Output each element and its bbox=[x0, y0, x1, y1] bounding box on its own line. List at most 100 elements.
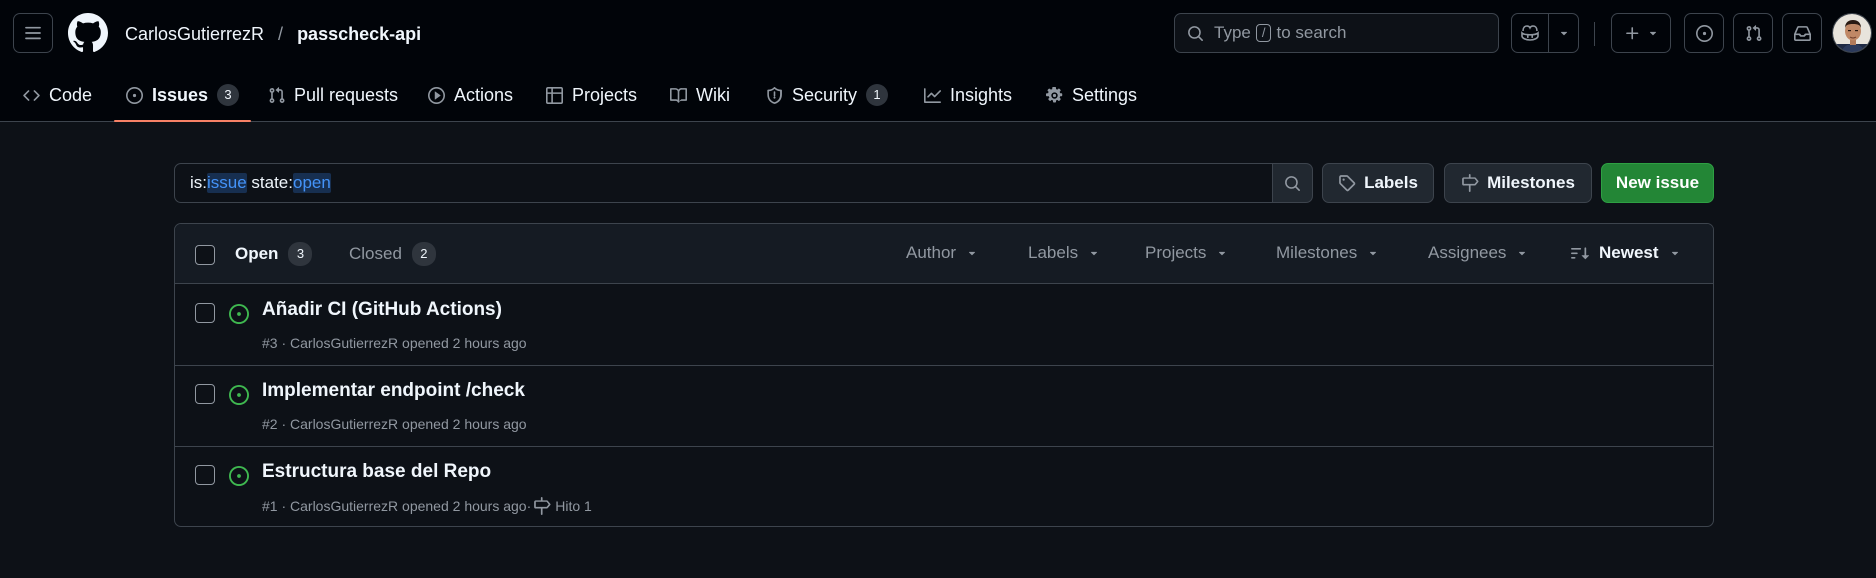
tab-settings[interactable]: Settings bbox=[1034, 68, 1149, 122]
open-issues-toggle[interactable]: Open 3 bbox=[235, 242, 313, 266]
issues-filter-input[interactable]: is: issue state: open bbox=[174, 163, 1273, 203]
facet-label: Labels bbox=[1028, 243, 1079, 262]
tab-label: Pull requests bbox=[294, 84, 399, 105]
tab-security[interactable]: Security 1 bbox=[754, 68, 900, 122]
button-label: Milestones bbox=[1487, 173, 1575, 192]
tab-label: Projects bbox=[572, 84, 638, 105]
issue-checkbox[interactable] bbox=[195, 465, 215, 485]
breadcrumb-separator: / bbox=[278, 23, 284, 44]
inbox-icon bbox=[1793, 25, 1811, 42]
issue-milestone-link[interactable]: Hito 1 bbox=[533, 497, 592, 515]
tab-label: Wiki bbox=[696, 84, 730, 105]
sort-label: Newest bbox=[1599, 243, 1659, 262]
tab-label: Actions bbox=[454, 84, 514, 105]
search-icon bbox=[1187, 25, 1204, 42]
labels-button[interactable]: Labels bbox=[1322, 163, 1434, 203]
breadcrumb-repo-link[interactable]: passcheck-api bbox=[297, 24, 421, 45]
table-icon bbox=[546, 86, 563, 104]
graph-icon bbox=[924, 87, 941, 104]
play-icon bbox=[428, 86, 445, 104]
issues-count-badge: 3 bbox=[217, 84, 240, 106]
closed-issues-toggle[interactable]: Closed 2 bbox=[349, 242, 436, 266]
triangle-down-icon bbox=[1669, 247, 1681, 259]
repo-nav: Code Issues 3 Pull requests Actions Proj… bbox=[0, 68, 1876, 122]
issues-list-header: Open 3 Closed 2 Author Labels Projects M… bbox=[175, 224, 1713, 284]
issue-title-link[interactable]: Estructura base del Repo bbox=[262, 461, 491, 483]
search-placeholder-prefix: Type bbox=[1214, 23, 1251, 42]
gear-icon bbox=[1046, 86, 1063, 104]
select-all-checkbox[interactable] bbox=[195, 245, 215, 265]
open-label: Open bbox=[235, 244, 279, 263]
sort-desc-icon bbox=[1571, 244, 1589, 262]
create-new-button[interactable] bbox=[1611, 13, 1671, 53]
issue-row[interactable]: Implementar endpoint /check #2 · CarlosG… bbox=[175, 366, 1713, 447]
filter-search-button[interactable] bbox=[1273, 163, 1313, 203]
triangle-down-icon bbox=[1558, 27, 1570, 39]
hamburger-icon bbox=[24, 24, 42, 42]
menu-button[interactable] bbox=[13, 13, 53, 53]
issue-meta: #3 · CarlosGutierrezR opened 2 hours ago bbox=[262, 335, 527, 351]
breadcrumb: CarlosGutierrezR / passcheck-api bbox=[125, 22, 421, 46]
issue-opened-icon bbox=[229, 385, 249, 405]
search-placeholder-suffix: to search bbox=[1276, 23, 1347, 42]
author-filter-dropdown[interactable]: Author bbox=[906, 243, 978, 263]
header-top-row: CarlosGutierrezR / passcheck-api Type / … bbox=[0, 0, 1876, 68]
header-divider bbox=[1594, 22, 1595, 46]
triangle-down-icon bbox=[1088, 247, 1100, 259]
your-issues-button[interactable] bbox=[1684, 13, 1724, 53]
tab-label: Security bbox=[792, 84, 858, 105]
projects-filter-dropdown[interactable]: Projects bbox=[1145, 243, 1228, 263]
code-icon bbox=[23, 87, 40, 104]
tab-projects[interactable]: Projects bbox=[534, 68, 649, 122]
notifications-button[interactable] bbox=[1782, 13, 1822, 53]
new-issue-button[interactable]: New issue bbox=[1601, 163, 1714, 203]
tab-actions[interactable]: Actions bbox=[416, 68, 525, 122]
button-label: New issue bbox=[1615, 173, 1700, 192]
issue-meta-text: #3 · CarlosGutierrezR opened 2 hours ago bbox=[262, 335, 527, 351]
milestone-icon bbox=[533, 497, 551, 515]
issue-checkbox[interactable] bbox=[195, 303, 215, 323]
issue-opened-icon bbox=[1695, 24, 1713, 42]
issue-meta: #1 · CarlosGutierrezR opened 2 hours ago… bbox=[262, 497, 592, 515]
issue-row[interactable]: Añadir CI (GitHub Actions) #3 · CarlosGu… bbox=[175, 285, 1713, 366]
plus-icon bbox=[1624, 25, 1641, 42]
copilot-dropdown-button[interactable] bbox=[1549, 14, 1578, 52]
your-pull-requests-button[interactable] bbox=[1733, 13, 1773, 53]
facet-label: Assignees bbox=[1428, 243, 1507, 262]
issue-checkbox[interactable] bbox=[195, 384, 215, 404]
labels-filter-dropdown[interactable]: Labels bbox=[1028, 243, 1100, 263]
tab-label: Settings bbox=[1072, 84, 1138, 105]
assignees-filter-dropdown[interactable]: Assignees bbox=[1428, 243, 1528, 263]
filter-token-key: state: bbox=[246, 173, 293, 192]
tab-wiki[interactable]: Wiki bbox=[658, 68, 742, 122]
issue-opened-icon bbox=[229, 466, 249, 486]
global-search-input[interactable]: Type / to search bbox=[1174, 13, 1499, 53]
milestones-button[interactable]: Milestones bbox=[1444, 163, 1592, 203]
github-logo-icon[interactable] bbox=[68, 13, 108, 53]
open-count-badge: 3 bbox=[288, 242, 313, 266]
triangle-down-icon bbox=[966, 247, 978, 259]
triangle-down-icon bbox=[1516, 247, 1528, 259]
closed-label: Closed bbox=[349, 244, 402, 263]
user-avatar[interactable] bbox=[1832, 13, 1872, 53]
tab-insights[interactable]: Insights bbox=[912, 68, 1024, 122]
git-pull-request-icon bbox=[268, 86, 285, 104]
filter-token-value: open bbox=[293, 173, 331, 193]
closed-count-badge: 2 bbox=[411, 242, 436, 266]
issues-list: Open 3 Closed 2 Author Labels Projects M… bbox=[174, 223, 1714, 527]
issue-title-link[interactable]: Implementar endpoint /check bbox=[262, 380, 525, 402]
tab-code[interactable]: Code bbox=[11, 68, 104, 122]
breadcrumb-owner-link[interactable]: CarlosGutierrezR bbox=[125, 24, 264, 45]
copilot-button[interactable] bbox=[1512, 14, 1550, 52]
facet-label: Author bbox=[906, 243, 957, 262]
sort-dropdown[interactable]: Newest bbox=[1571, 243, 1681, 263]
shield-icon bbox=[766, 86, 783, 104]
milestone-icon bbox=[1461, 174, 1479, 192]
milestones-filter-dropdown[interactable]: Milestones bbox=[1276, 243, 1379, 263]
tab-issues[interactable]: Issues 3 bbox=[114, 68, 252, 122]
issue-title-link[interactable]: Añadir CI (GitHub Actions) bbox=[262, 299, 502, 321]
tab-pull-requests[interactable]: Pull requests bbox=[256, 68, 410, 122]
issues-toolbar: is: issue state: open Labels Milestones Ne… bbox=[174, 163, 1714, 203]
filter-token-key: is: bbox=[190, 173, 207, 192]
issue-row[interactable]: Estructura base del Repo #1 · CarlosGuti… bbox=[175, 447, 1713, 526]
